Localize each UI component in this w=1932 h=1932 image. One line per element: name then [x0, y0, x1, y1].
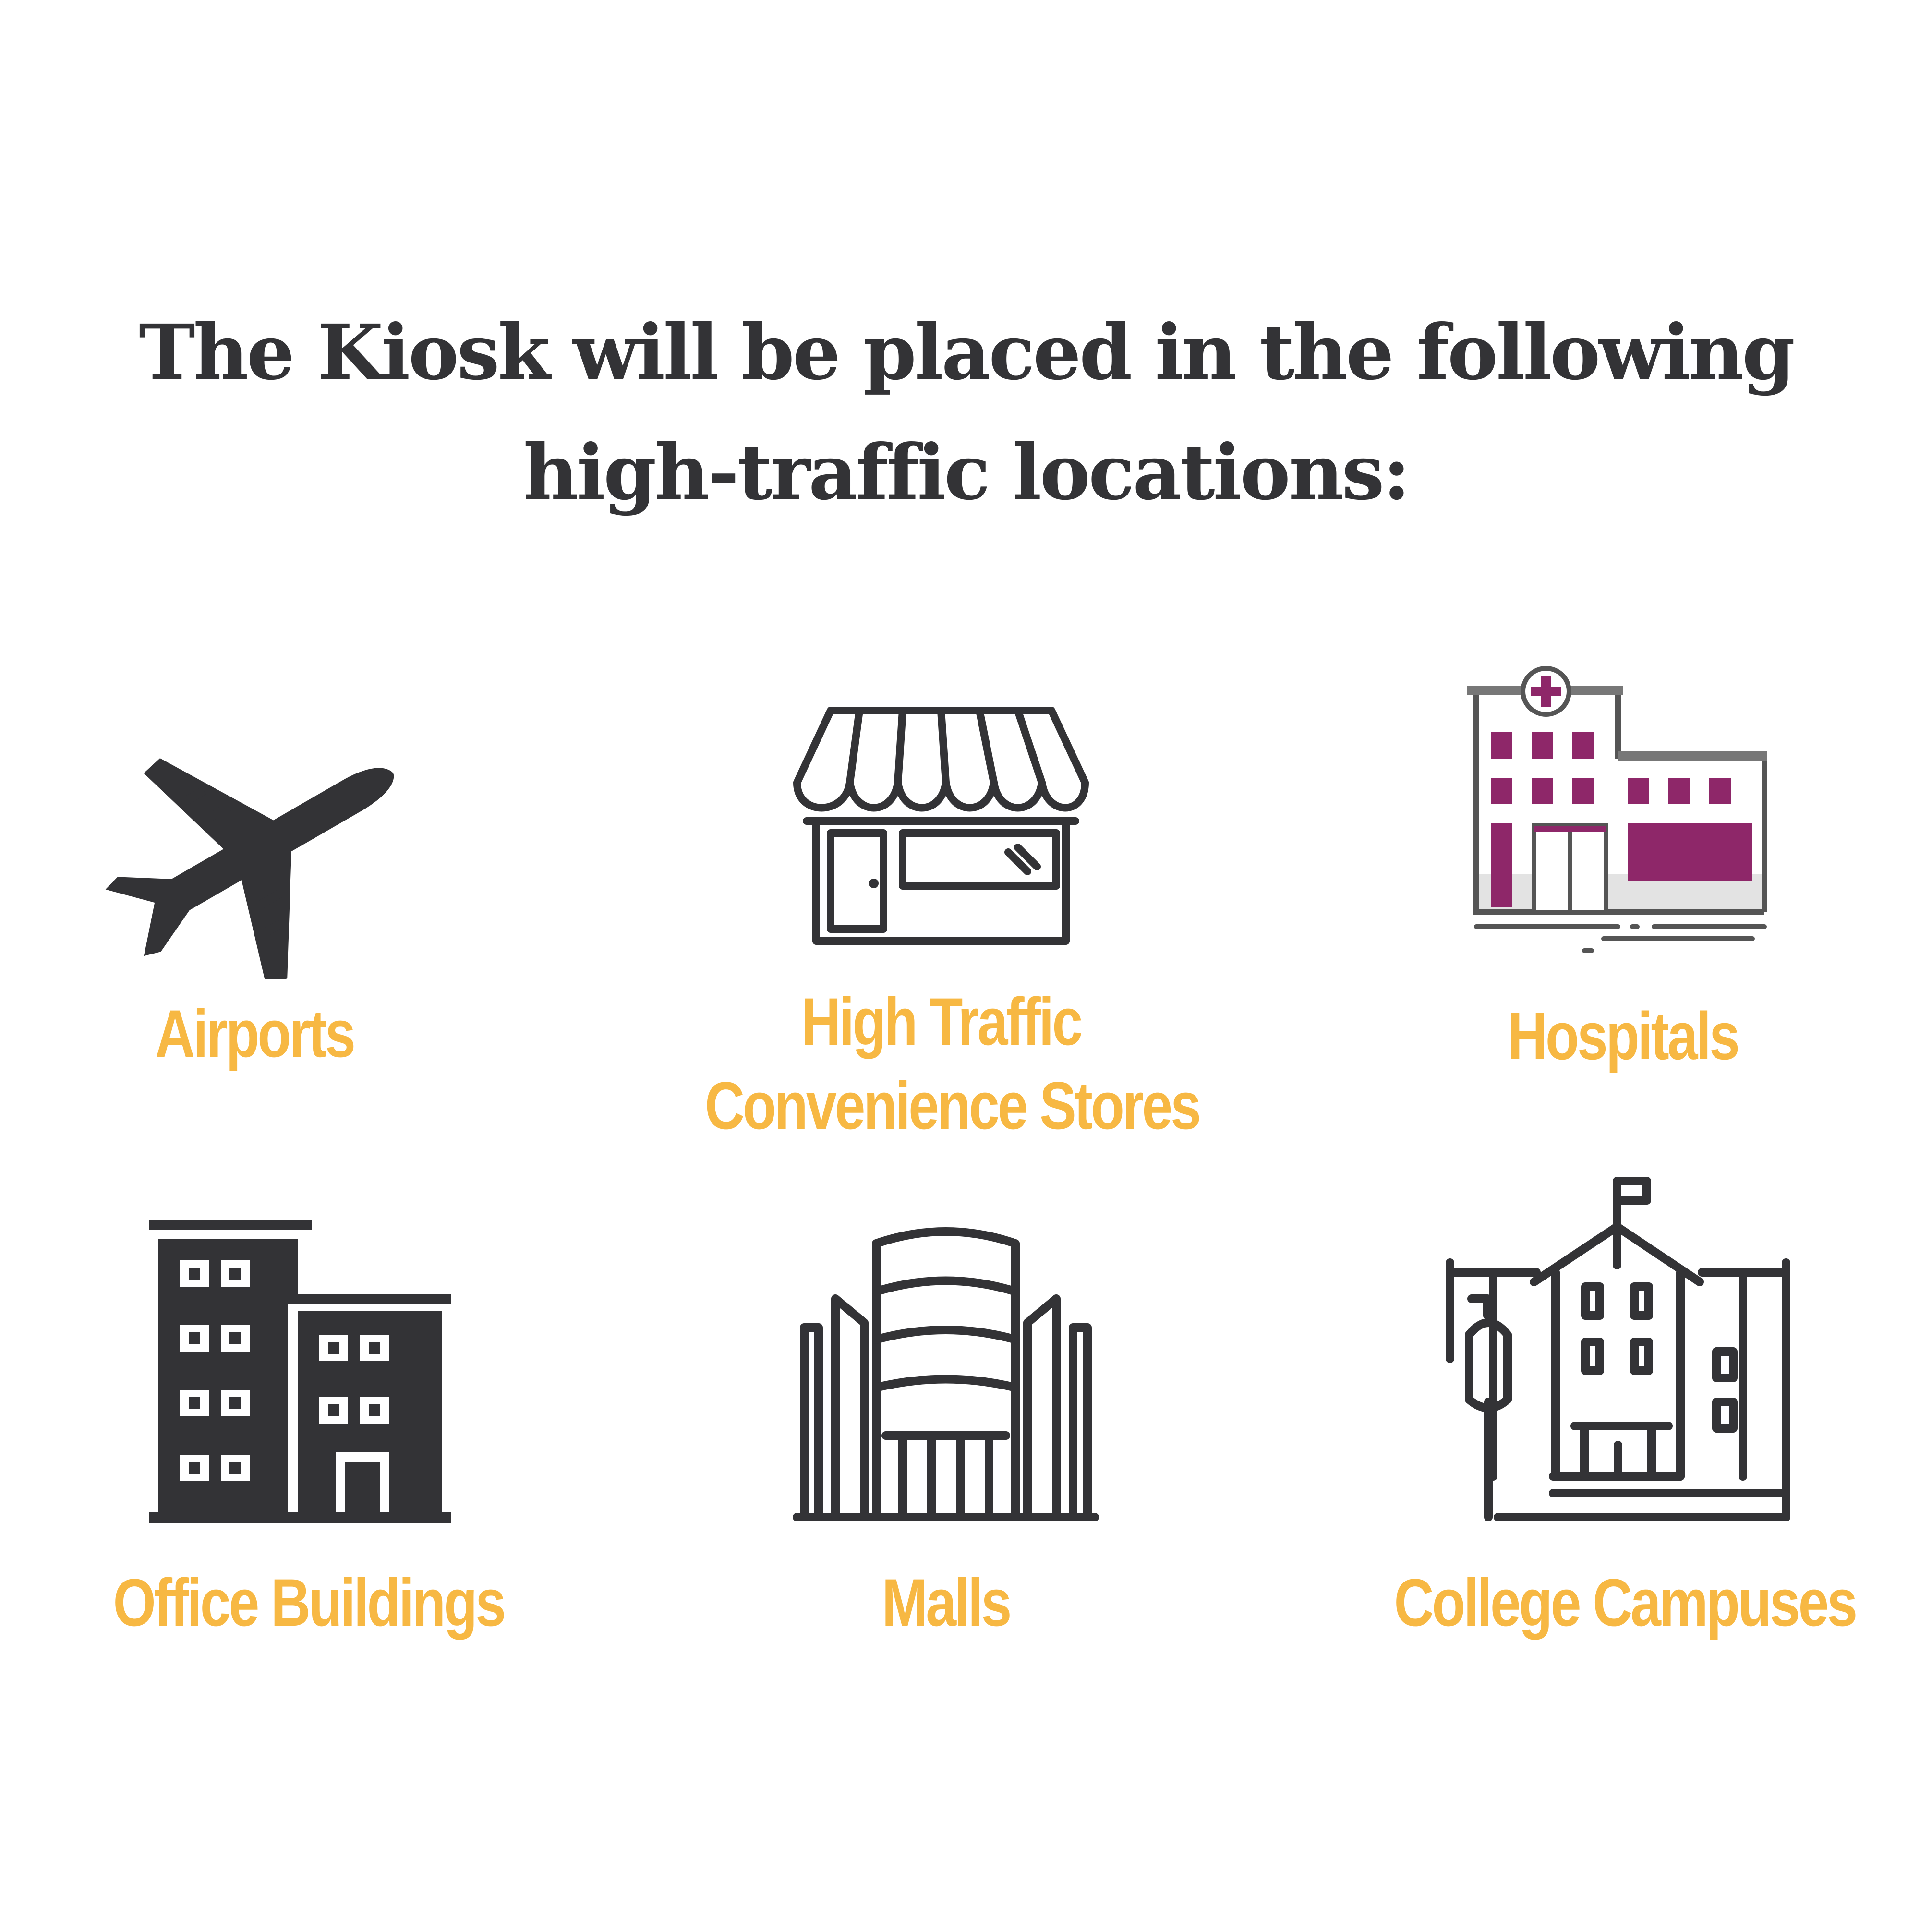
college-campus-icon: [1446, 1177, 1790, 1521]
label-airports: Airports: [155, 996, 356, 1071]
airplane-icon: [105, 758, 394, 979]
page-title: The Kiosk will be placed in the followin…: [0, 293, 1932, 533]
label-office-buildings: Office Buildings: [113, 1565, 507, 1640]
storefront-icon: [793, 707, 1089, 945]
label-college-campuses: College Campuses: [1394, 1565, 1858, 1640]
label-malls: Malls: [881, 1565, 1012, 1640]
page-title-line-2: high-traffic locations:: [523, 428, 1411, 517]
office-buildings-icon: [149, 1220, 451, 1523]
mall-icon: [793, 1227, 1099, 1521]
label-convenience-stores: High Traffic Convenience Stores: [705, 979, 1201, 1147]
label-hospitals: Hospitals: [1508, 998, 1740, 1074]
label-convenience-stores-line-2: Convenience Stores: [705, 1068, 1201, 1143]
page-title-line-1: The Kiosk will be placed in the followin…: [139, 308, 1795, 397]
hospital-icon: [1467, 666, 1767, 953]
label-convenience-stores-line-1: High Traffic: [801, 984, 1083, 1059]
